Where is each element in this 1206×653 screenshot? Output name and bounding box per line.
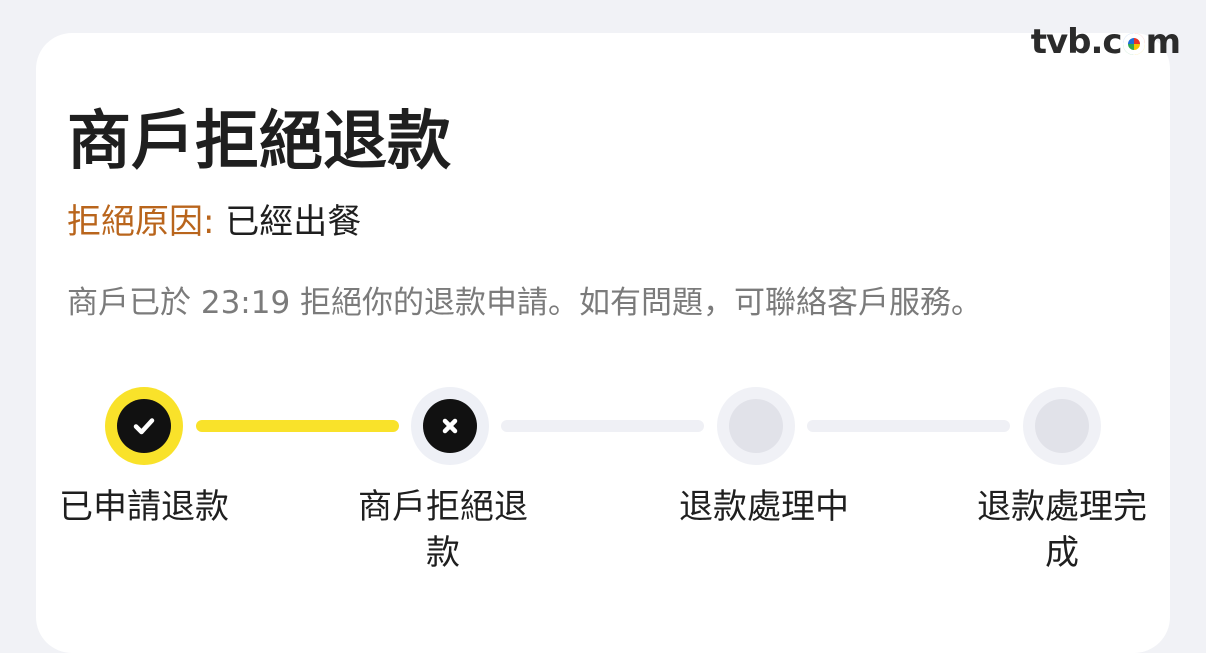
reason-value: 已經出餐 [225,202,362,242]
logo-text-left: tvb.c [1030,22,1123,62]
empty-circle-icon [729,399,783,453]
rejection-reason: 拒絕原因: 已經出餐 [67,200,361,244]
check-icon [117,399,171,453]
logo-text-right: m [1145,22,1181,62]
tvb-logo: tvb.c m [1030,22,1181,62]
step-1-label: 已申請退款 [59,487,229,527]
step-2-indicator [411,387,489,465]
status-description: 商戶已於 23:19 拒絕你的退款申請。如有問題，可聯絡客戶服務。 [67,285,983,321]
step-connector-3 [807,420,1010,432]
step-1-indicator [105,387,183,465]
x-icon [423,399,477,453]
empty-circle-icon [1035,399,1089,453]
step-3-label: 退款處理中 [679,487,849,527]
step-connector-2 [501,420,704,432]
reason-label: 拒絕原因: [67,202,215,242]
logo-dot-icon [1122,33,1145,55]
step-2-label: 商戶拒絕退款 [358,487,528,573]
page-title: 商戶拒絕退款 [67,105,451,179]
step-4-label: 退款處理完成 [977,487,1147,573]
step-3-indicator [717,387,795,465]
step-4-indicator [1023,387,1101,465]
step-connector-1 [196,420,399,432]
